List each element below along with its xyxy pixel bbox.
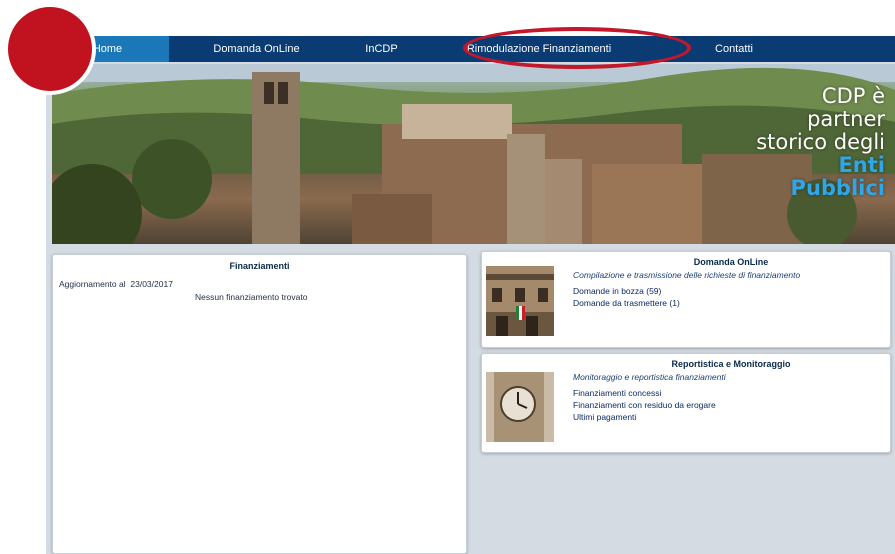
nav-rimodulazione-finanziamenti[interactable]: Rimodulazione Finanziamenti <box>419 36 659 62</box>
finanziamenti-panel: Finanziamenti Aggiornamento al 23/03/201… <box>52 254 467 554</box>
palazzo-thumbnail <box>486 266 554 336</box>
nav-domanda-online[interactable]: Domanda OnLine <box>169 36 344 62</box>
reportistica-panel: Reportistica e Monitoraggio Monitoraggio… <box>481 353 891 453</box>
nav-incdp[interactable]: InCDP <box>344 36 419 62</box>
update-date: 23/03/2017 <box>130 279 173 289</box>
hero-line-4: Enti <box>838 153 885 177</box>
hero-line-5: Pubblici <box>790 176 885 200</box>
update-label: Aggiornamento al <box>59 279 126 289</box>
hero-line-2: partner <box>807 107 885 131</box>
red-marker-circle <box>4 3 96 95</box>
link-finanziamenti-concessi[interactable]: Finanziamenti concessi <box>573 387 661 399</box>
link-domande-in-bozza[interactable]: Domande in bozza (59) <box>573 285 661 297</box>
update-line: Aggiornamento al 23/03/2017 <box>59 279 173 289</box>
hero-tagline: CDP è partner storico degli Enti Pubblic… <box>756 85 885 200</box>
hero-banner: CDP è partner storico degli Enti Pubblic… <box>52 64 895 244</box>
nav-contatti[interactable]: Contatti <box>659 36 809 62</box>
domanda-subtitle: Compilazione e trasmissione delle richie… <box>573 270 801 280</box>
link-ultimi-pagamenti[interactable]: Ultimi pagamenti <box>573 411 636 423</box>
domanda-online-panel: Domanda OnLine Compilazione e trasmissio… <box>481 251 891 348</box>
link-domande-da-trasmettere[interactable]: Domande da trasmettere (1) <box>573 297 680 309</box>
reportistica-title: Reportistica e Monitoraggio <box>671 359 791 369</box>
empty-message: Nessun finanziamento trovato <box>195 292 308 302</box>
clock-tower-thumbnail <box>486 372 554 442</box>
domanda-title: Domanda OnLine <box>693 257 769 267</box>
reportistica-subtitle: Monitoraggio e reportistica finanziament… <box>573 372 726 382</box>
main-nav: Home Domanda OnLine InCDP Rimodulazione … <box>46 36 895 62</box>
link-finanziamenti-residuo[interactable]: Finanziamenti con residuo da erogare <box>573 399 716 411</box>
hero-line-3: storico degli <box>756 130 885 154</box>
hero-line-1: CDP è <box>821 84 885 108</box>
finanziamenti-title: Finanziamenti <box>229 261 290 271</box>
clock-tower-image <box>486 372 554 442</box>
palazzo-image <box>486 266 554 336</box>
